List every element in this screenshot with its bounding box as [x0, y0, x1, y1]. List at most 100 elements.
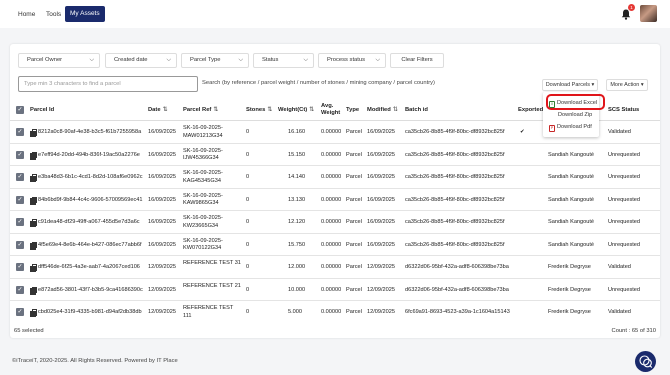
table-row[interactable]: ✓ 84b6bd9f-9b84-4c4c-9606-57009569ec41 1…: [10, 189, 660, 211]
batch-id-cell: 6fc69a91-8693-4523-a39a-1c1604a15143: [405, 309, 510, 316]
parcel-ref-cell: REFERENCE TEST 21: [183, 282, 241, 289]
nav-home-link[interactable]: Home: [18, 8, 35, 21]
date-cell: 16/09/2025: [148, 196, 176, 203]
parcel-id-text: dff546de-6f25-4a3e-aab7-4a2067ced106: [38, 264, 140, 271]
row-checkbox[interactable]: ✓: [16, 128, 24, 136]
sort-icon: ⇅: [309, 107, 315, 113]
parcel-ref-cell: REFERENCE TEST 111: [183, 305, 234, 319]
row-checkbox[interactable]: ✓: [16, 173, 24, 181]
weight-cell: 15.150: [288, 151, 306, 158]
parcel-owner-filter[interactable]: Parcel Owner ⌵: [18, 53, 100, 68]
parcel-id-text: 4f5e69e4-8e6b-464e-b427-086ec77abb6f: [38, 241, 142, 248]
column-weight-label: Weight(Ct): [278, 107, 308, 113]
date-cell: 16/09/2025: [148, 219, 176, 226]
modified-cell: 16/09/2025: [367, 174, 395, 181]
parcel-id-cell: c91dea48-df29-49ff-a067-455d5e7d3a6c: [30, 211, 140, 234]
stones-cell: 0: [246, 129, 250, 136]
table-row[interactable]: ✓ e7eff94d-20dd-494b-836f-19ac50a2276e 1…: [10, 144, 660, 167]
clear-filters-button[interactable]: Clear Filters: [390, 53, 444, 68]
table-row[interactable]: ✓ dff546de-6f25-4a3e-aab7-4a2067ced106 1…: [10, 256, 660, 279]
column-type-label: Type: [346, 107, 360, 113]
more-action-button[interactable]: More Action ▾: [606, 79, 648, 91]
row-checkbox[interactable]: ✓: [16, 308, 24, 316]
download-parcels-button[interactable]: Download Parcels ▾: [542, 79, 598, 91]
scs-status-cell: Unrequested: [608, 151, 641, 158]
avatar[interactable]: [640, 5, 657, 22]
column-batch-id[interactable]: Batch id: [405, 99, 428, 121]
download-zip-item[interactable]: Download Zip: [558, 110, 592, 120]
parcel-ref-cell: SK-16-09-2025-KAW9865G34: [183, 192, 223, 207]
nav-tools-link[interactable]: Tools: [46, 8, 61, 21]
table-row[interactable]: ✓ e872ad56-3801-43f7-b3b5-9ca41686390c 1…: [10, 279, 660, 301]
copy-icon[interactable]: [30, 264, 37, 273]
weight-cell: 10.000: [288, 286, 306, 293]
batch-id-cell: d6322d06-95bf-432a-adf8-606398be73ba: [405, 286, 509, 293]
chat-support-button[interactable]: [635, 351, 656, 372]
column-modified[interactable]: Modified ⇅: [367, 99, 398, 121]
status-filter[interactable]: Status ⌵: [253, 53, 314, 68]
column-exported[interactable]: Exported: [518, 99, 543, 121]
download-pdf-item[interactable]: P Download Pdf: [549, 122, 592, 132]
exported-by-cell: Sandiah Kangouté: [548, 151, 595, 158]
table-row[interactable]: ✓ 4f5e69e4-8e6b-464e-b427-086ec77abb6f 1…: [10, 234, 660, 256]
batch-id-cell: d6322d06-95bf-432a-adf8-606398be73ba: [405, 264, 509, 271]
scs-status-cell: Validated: [608, 264, 631, 271]
column-parcel-ref[interactable]: Parcel Ref ⇅: [183, 99, 218, 121]
type-cell: Parcel: [346, 241, 362, 248]
chevron-down-icon: ⌵: [303, 57, 308, 63]
avg-weight-cell: 0.00000: [321, 196, 342, 203]
table-row[interactable]: ✓ cbd025e4-31f9-4335-b981-d94af2db38db 1…: [10, 301, 660, 319]
parcel-owner-filter-label: Parcel Owner: [27, 57, 63, 63]
row-checkbox[interactable]: ✓: [16, 195, 24, 204]
date-cell: 12/09/2025: [148, 264, 176, 271]
copy-icon[interactable]: [30, 286, 37, 295]
date-cell: 16/09/2025: [148, 174, 176, 181]
parcel-ref-cell: REFERENCE TEST 31: [183, 260, 241, 266]
copy-icon[interactable]: [30, 151, 37, 160]
parcel-id-text: cbd025e4-31f9-4335-b981-d94af2db38db: [38, 309, 142, 316]
parcel-id-cell: e7eff94d-20dd-494b-836f-19ac50a2276e: [30, 144, 140, 167]
modified-cell: 16/09/2025: [367, 219, 395, 226]
copy-icon[interactable]: [30, 309, 37, 318]
selected-count: 65 selected: [14, 328, 44, 334]
pdf-file-icon: P: [549, 125, 555, 132]
row-checkbox[interactable]: ✓: [16, 150, 24, 159]
column-weight[interactable]: Weight(Ct) ⇅: [278, 99, 314, 121]
copy-icon[interactable]: [30, 129, 37, 138]
parcel-type-filter[interactable]: Parcel Type ⌵: [181, 53, 249, 68]
row-checkbox[interactable]: ✓: [16, 218, 24, 226]
table-row[interactable]: ✓ c91dea48-df29-49ff-a067-455d5e7d3a6c 1…: [10, 211, 660, 234]
avg-weight-cell: 0.00000: [321, 219, 342, 226]
weight-cell: 12.120: [288, 219, 306, 226]
column-avg-weight[interactable]: Avg. Weight: [321, 99, 345, 121]
row-checkbox[interactable]: ✓: [16, 285, 24, 294]
column-stones[interactable]: Stones ⇅: [246, 99, 272, 121]
column-batch-id-label: Batch id: [405, 107, 428, 113]
select-all-checkbox[interactable]: ✓: [16, 106, 24, 114]
weight-cell: 12.000: [288, 264, 306, 271]
chevron-down-icon: ⌵: [238, 57, 243, 63]
exported-by-cell: Sandiah Kangouté: [548, 174, 595, 181]
copy-icon[interactable]: [30, 219, 37, 228]
avg-weight-cell: 0.00000: [321, 129, 342, 136]
parcel-id-text: e7eff94d-20dd-494b-836f-19ac50a2276e: [38, 151, 140, 158]
copy-icon[interactable]: [30, 196, 37, 205]
column-type[interactable]: Type: [346, 99, 359, 121]
row-checkbox[interactable]: ✓: [16, 240, 24, 249]
scs-status-cell: Validated: [608, 129, 631, 136]
row-checkbox[interactable]: ✓: [16, 263, 24, 271]
column-date[interactable]: Date ⇅: [148, 99, 167, 121]
nav-my-assets-link[interactable]: My Assets: [65, 6, 105, 22]
table-row[interactable]: ✓ e3ba48d3-6b1c-4cd1-8d2d-108af6e0962c 1…: [10, 166, 660, 189]
exported-by-cell: Sandiah Kangouté: [548, 196, 595, 203]
copy-icon[interactable]: [30, 241, 37, 250]
column-exported-label: Exported: [518, 107, 544, 113]
process-status-filter[interactable]: Process status ⌵: [318, 53, 386, 68]
column-scs-status[interactable]: SCS Status: [608, 99, 639, 121]
stones-cell: 0: [246, 174, 250, 181]
search-input[interactable]: [18, 76, 198, 92]
column-parcel-id[interactable]: Parcel Id: [30, 99, 54, 121]
copy-icon[interactable]: [30, 174, 37, 183]
created-date-filter[interactable]: Created date ⌵: [105, 53, 177, 68]
process-status-filter-label: Process status: [327, 57, 366, 63]
